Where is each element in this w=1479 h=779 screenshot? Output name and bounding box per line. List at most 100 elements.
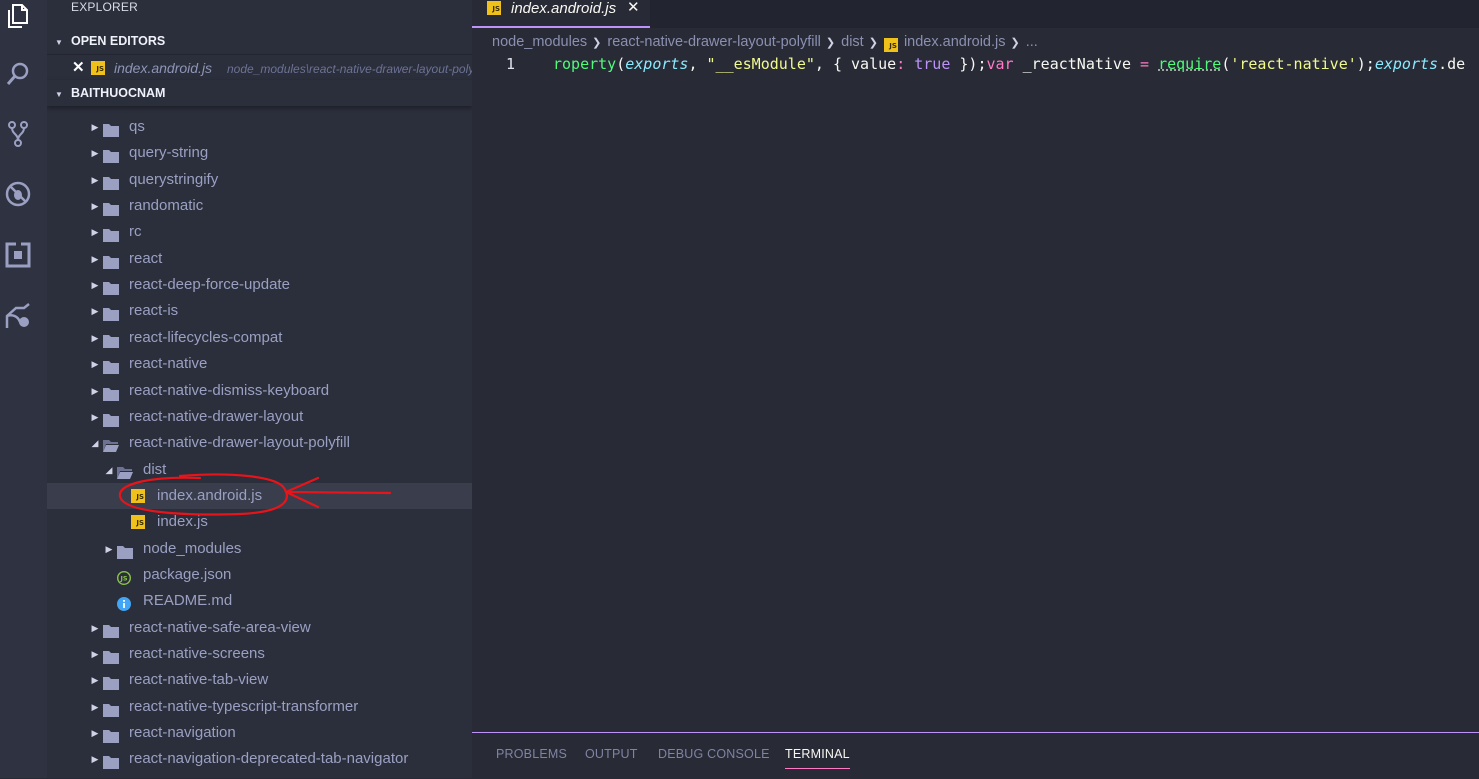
breadcrumb-item[interactable]: dist [841, 31, 864, 53]
collapsed-arrow-icon[interactable]: ▶ [89, 615, 101, 641]
open-editors-label: OPEN EDITORS [71, 34, 166, 48]
tab-bar: JS index.android.js ✕ [472, 0, 1479, 28]
tree-item-dist[interactable]: ◢ dist [47, 457, 472, 483]
code-token: , { [814, 55, 852, 73]
collapsed-arrow-icon[interactable]: ▶ [89, 114, 101, 140]
folder-open-icon [117, 463, 133, 479]
tree-item-react-native-safe-area-view[interactable]: ▶ react-native-safe-area-view [47, 615, 472, 641]
collapsed-arrow-icon[interactable]: ▶ [89, 351, 101, 377]
breadcrumb-item[interactable]: index.android.js [904, 31, 1006, 53]
debug-icon[interactable] [4, 180, 32, 208]
open-editors-header[interactable]: ▼ OPEN EDITORS [47, 28, 472, 55]
code-token: : [896, 55, 915, 73]
folder-icon [103, 384, 119, 401]
open-editor-item[interactable]: ✕ JS index.android.js node_modules\react… [47, 55, 472, 81]
source-control-icon[interactable] [4, 120, 32, 148]
collapsed-arrow-icon[interactable]: ▶ [103, 536, 115, 562]
tab-index-android-js[interactable]: JS index.android.js ✕ [472, 0, 650, 28]
panel-tab-terminal[interactable]: TERMINAL [785, 746, 850, 769]
extensions-icon[interactable] [4, 241, 32, 269]
folder-icon [103, 673, 119, 691]
tree-item-react-is[interactable]: ▶ react-is [47, 298, 472, 324]
breadcrumb-separator-icon: ❯ [592, 37, 602, 49]
collapsed-arrow-icon[interactable]: ▶ [89, 272, 101, 298]
folder-icon [103, 173, 119, 190]
collapsed-arrow-icon[interactable]: ▶ [89, 325, 101, 351]
tree-item-label: react-lifecycles-compat [129, 328, 283, 346]
project-header[interactable]: ▼ BAITHUOCNAM [47, 80, 472, 106]
tree-item-react-native-drawer-layout-polyfill[interactable]: ◢ react-native-drawer-layout-polyfill [47, 430, 472, 456]
tree-item-label: react-native-dismiss-keyboard [129, 381, 330, 399]
collapsed-arrow-icon[interactable]: ▶ [89, 404, 101, 430]
tree-item-query-string[interactable]: ▶ query-string [47, 140, 472, 166]
tree-item-react-navigation-deprecated-tab-navigator[interactable]: ▶ react-navigation-deprecated-tab-navigat… [47, 746, 472, 772]
tree-item-label: react-native-drawer-layout [129, 407, 304, 425]
tree-item-react[interactable]: ▶ react [47, 246, 472, 272]
collapsed-arrow-icon[interactable]: ▶ [89, 246, 101, 272]
panel-tab-output[interactable]: OUTPUT [585, 746, 638, 768]
collapse-arrow-icon: ▼ [55, 38, 63, 47]
code-token: require [1158, 55, 1222, 73]
remote-explorer-icon[interactable] [4, 302, 32, 330]
tab-close-icon[interactable]: ✕ [627, 0, 640, 15]
breadcrumb-item[interactable]: react-native-drawer-layout-polyfill [607, 31, 821, 53]
tree-item-label: index.js [157, 513, 208, 531]
tree-item-rc[interactable]: ▶ rc [47, 219, 472, 245]
editor-area: JS index.android.js ✕ node_modules ❯ react… [472, 0, 1479, 779]
collapsed-arrow-icon[interactable]: ▶ [89, 746, 101, 772]
tree-item-querystringify[interactable]: ▶ querystringify [47, 167, 472, 193]
tree-item-react-native-typescript-transformer[interactable]: ▶ react-native-typescript-transformer [47, 694, 472, 720]
tree-item-package-json[interactable]: JS package.json [47, 562, 472, 588]
tree-item-react-native-screens[interactable]: ▶ react-native-screens [47, 641, 472, 667]
tree-item-randomatic[interactable]: ▶ randomatic [47, 193, 472, 219]
collapsed-arrow-icon[interactable]: ▶ [89, 720, 101, 746]
expanded-arrow-icon[interactable]: ◢ [103, 457, 115, 483]
breadcrumb-separator-icon: ❯ [868, 37, 878, 49]
collapsed-arrow-icon[interactable]: ▶ [89, 378, 101, 404]
collapsed-arrow-icon[interactable]: ▶ [89, 167, 101, 193]
tree-item-react-deep-force-update[interactable]: ▶ react-deep-force-update [47, 272, 472, 298]
close-icon[interactable]: ✕ [72, 55, 85, 81]
tree-item-qs[interactable]: ▶ qs [47, 114, 472, 140]
project-label: BAITHUOCNAM [71, 86, 166, 100]
code-token: ); [1356, 55, 1375, 73]
collapsed-arrow-icon[interactable]: ▶ [89, 667, 101, 693]
tree-item-index-js[interactable]: JS index.js [47, 509, 472, 535]
activity-bar [0, 0, 47, 778]
folder-icon [103, 700, 119, 717]
tree-item-react-lifecycles-compat[interactable]: ▶ react-lifecycles-compat [47, 325, 472, 351]
code-text[interactable]: roperty(exports, "__esModule", { value: … [553, 54, 1465, 74]
tree-item-react-native-tab-view[interactable]: ▶ react-native-tab-view [47, 667, 472, 693]
panel-tab-problems[interactable]: PROBLEMS [496, 746, 567, 768]
breadcrumb-item[interactable]: ... [1026, 31, 1038, 53]
breadcrumb-separator-icon: ❯ [1010, 37, 1020, 49]
search-icon[interactable] [4, 60, 32, 88]
code-token: ( [1221, 55, 1231, 73]
code-token: ( [616, 55, 626, 73]
folder-icon [103, 726, 119, 744]
code-token: .de [1438, 55, 1466, 73]
tree-item-react-native[interactable]: ▶ react-native [47, 351, 472, 377]
tree-item-label: react-native-tab-view [129, 671, 269, 689]
tree-item-react-navigation[interactable]: ▶ react-navigation [47, 720, 472, 746]
collapsed-arrow-icon[interactable]: ▶ [89, 140, 101, 166]
tree-item-node-modules[interactable]: ▶ node_modules [47, 536, 472, 562]
tree-item-readme-md[interactable]: README.md [47, 588, 472, 614]
files-icon[interactable] [4, 2, 32, 30]
folder-icon [103, 278, 119, 296]
code-line[interactable]: 1 roperty(exports, "__esModule", { value… [472, 54, 1479, 74]
tree-item-react-native-dismiss-keyboard[interactable]: ▶ react-native-dismiss-keyboard [47, 378, 472, 404]
panel-tab-debug-console[interactable]: DEBUG CONSOLE [658, 746, 770, 768]
breadcrumb-item[interactable]: node_modules [492, 31, 587, 53]
collapsed-arrow-icon[interactable]: ▶ [89, 219, 101, 245]
collapse-arrow-icon: ▼ [55, 90, 63, 99]
collapsed-arrow-icon[interactable]: ▶ [89, 641, 101, 667]
collapsed-arrow-icon[interactable]: ▶ [89, 193, 101, 219]
tree-item-index-android-js[interactable]: JS index.android.js [47, 482, 472, 509]
expanded-arrow-icon[interactable]: ◢ [89, 430, 101, 456]
collapsed-arrow-icon[interactable]: ▶ [89, 298, 101, 324]
tree-item-react-native-drawer-layout[interactable]: ▶ react-native-drawer-layout [47, 404, 472, 430]
explorer-sidebar: EXPLORER ▼ OPEN EDITORS ✕ JS index.androi… [47, 0, 472, 778]
code-token: var [986, 55, 1014, 73]
collapsed-arrow-icon[interactable]: ▶ [89, 694, 101, 720]
